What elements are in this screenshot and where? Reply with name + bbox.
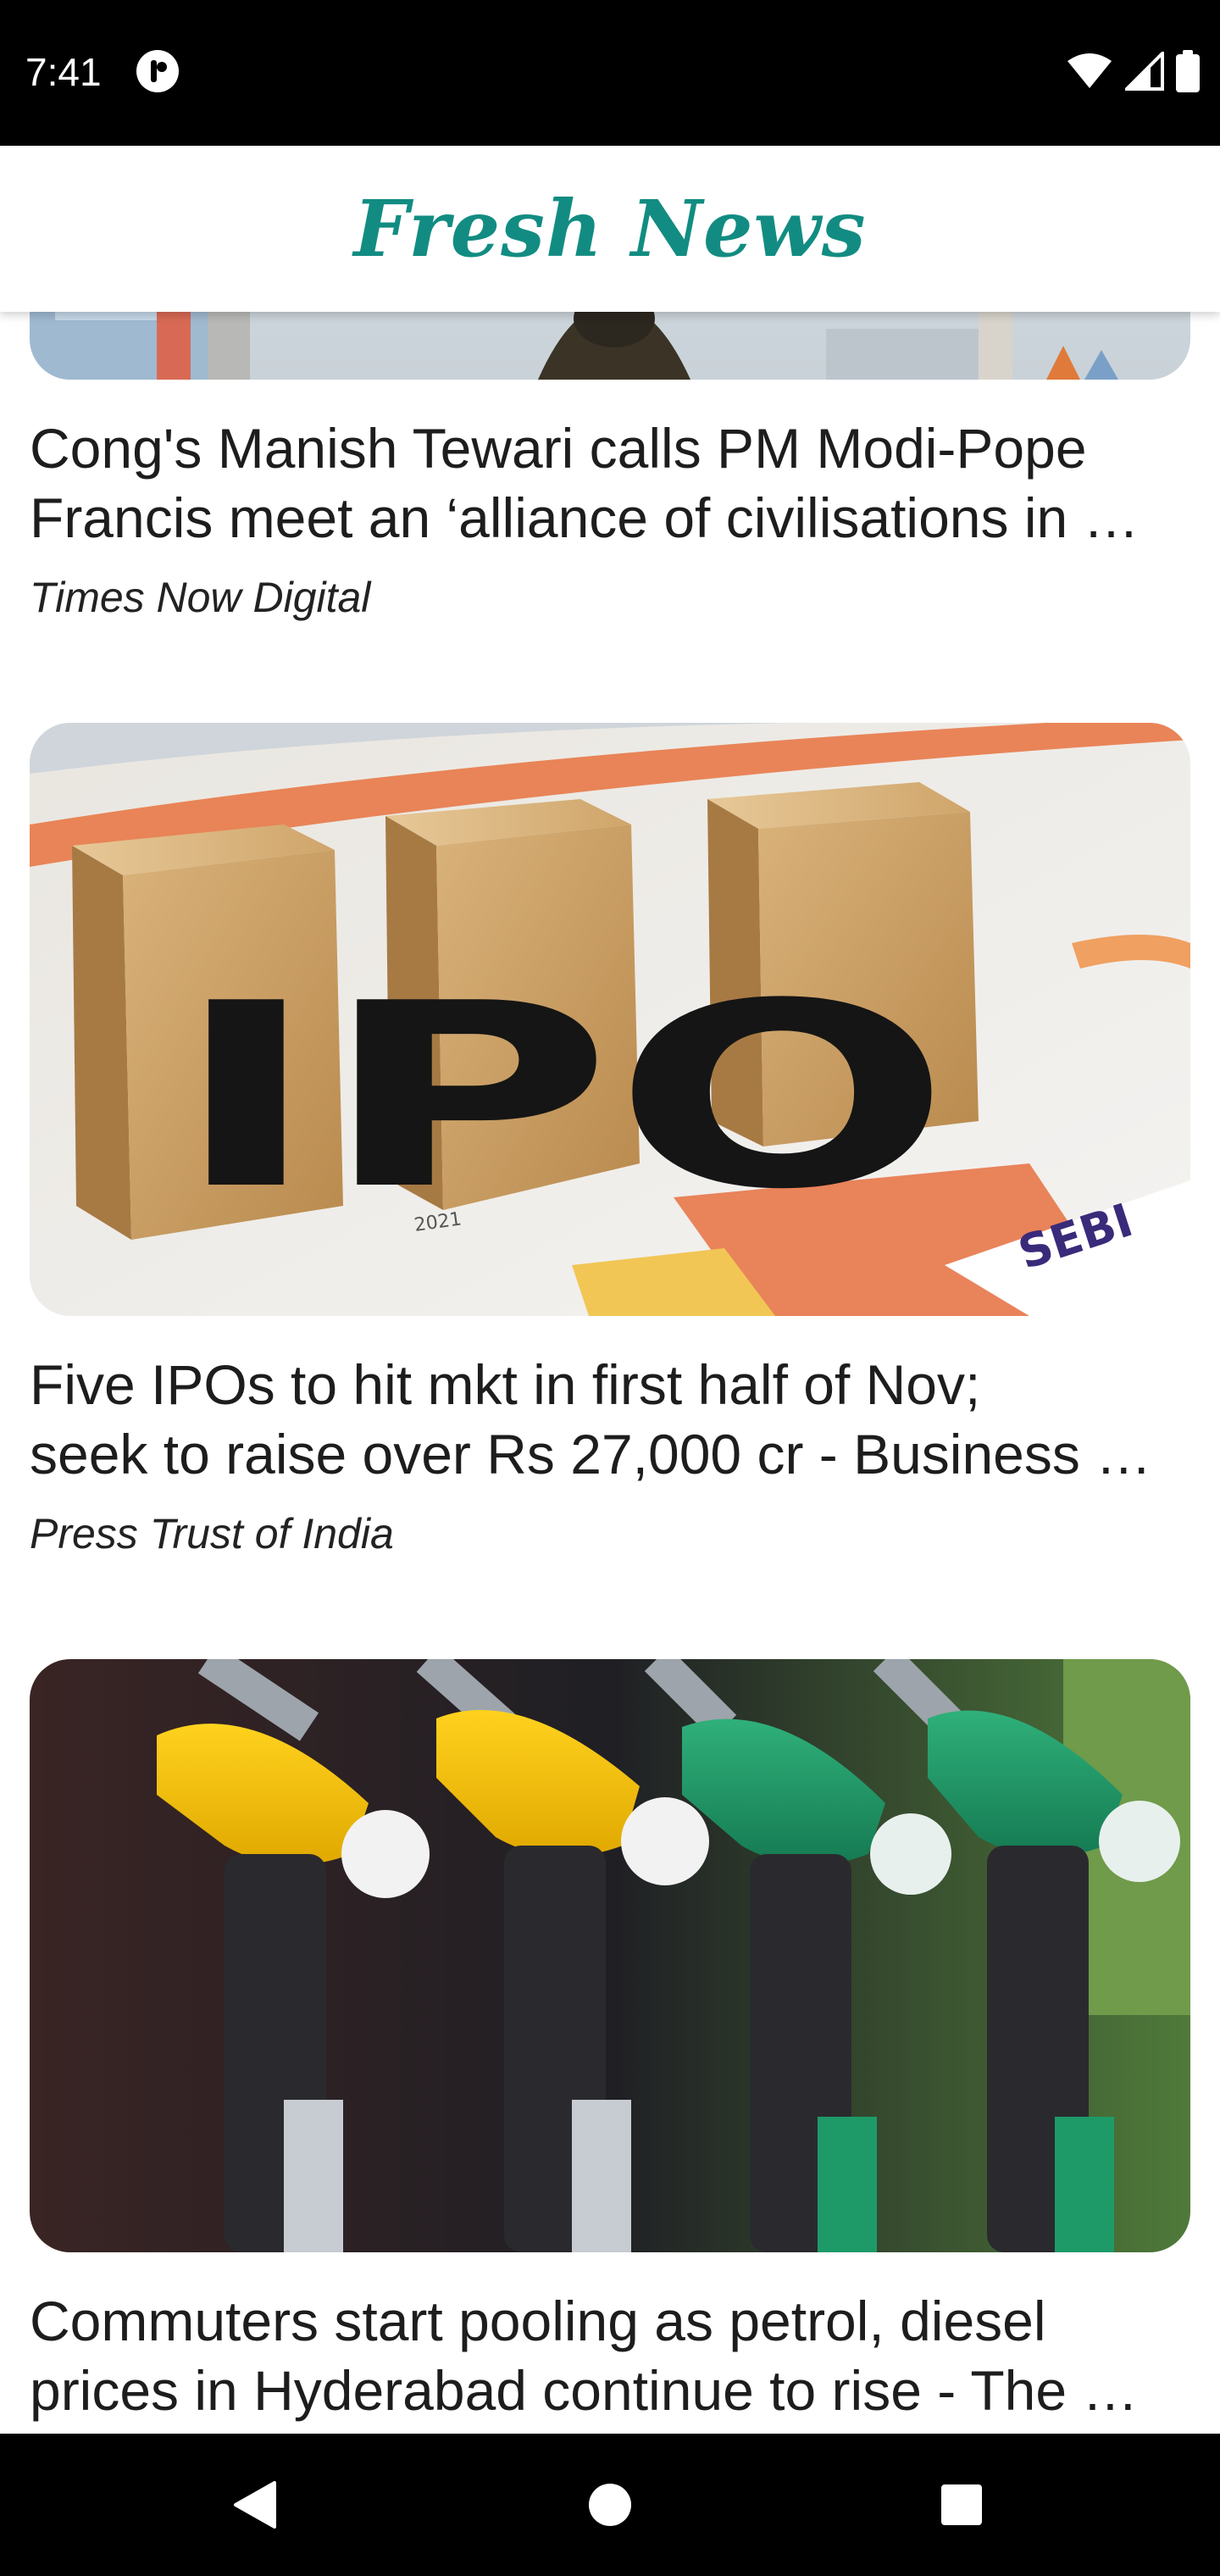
wifi-icon [1066,53,1113,94]
article-image[interactable] [30,312,1190,380]
article-image[interactable]: SEBI IPO 2021 [30,723,1190,1316]
cell-signal-icon [1123,48,1164,95]
battery-icon [1176,49,1200,97]
article-card[interactable]: Commuters start pooling as petrol, diese… [30,1659,1190,2425]
news-feed[interactable]: Cong's Manish Tewari calls PM Modi-Pope … [0,312,1220,2434]
article-title[interactable]: Commuters start pooling as petrol, diese… [30,2286,1190,2425]
app-notification-icon [136,49,180,93]
article-title-line-1: Cong's Manish Tewari calls PM Modi-Pope [30,417,1087,480]
article-card[interactable]: Cong's Manish Tewari calls PM Modi-Pope … [30,312,1190,622]
article-title-line-2: prices in Hyderabad continue to rise - T… [30,2359,1139,2422]
article-card[interactable]: SEBI IPO 2021 Five IPOs to hit mkt in fi… [30,723,1190,1558]
article-source: Press Trust of India [30,1510,394,1557]
article-title[interactable]: Five IPOs to hit mkt in first half of No… [30,1350,1190,1489]
status-time: 7:41 [25,50,102,94]
app-title: Fresh News [353,183,867,275]
article-title-line-2: Francis meet an ‘alliance of civilisatio… [30,486,1140,549]
status-bar: 7:41 [0,0,1220,146]
ipo-block-letters: IPO [172,949,951,1245]
ipo-letters: IPO [172,949,951,1245]
article-title[interactable]: Cong's Manish Tewari calls PM Modi-Pope … [30,414,1190,552]
article-title-line-1: Five IPOs to hit mkt in first half of No… [30,1353,981,1416]
status-icons [1066,48,1200,97]
article-title-line-1: Commuters start pooling as petrol, diese… [30,2290,1046,2352]
article-title-line-2: seek to raise over Rs 27,000 cr - Busine… [30,1423,1152,1485]
app-header: Fresh News [0,146,1220,312]
recents-square-icon[interactable] [877,2434,1046,2576]
article-image[interactable] [30,1659,1190,2252]
home-circle-icon[interactable] [525,2434,695,2576]
system-nav-bar [0,2434,1220,2576]
back-triangle-icon[interactable] [169,2434,339,2576]
article-source: Times Now Digital [30,574,371,621]
